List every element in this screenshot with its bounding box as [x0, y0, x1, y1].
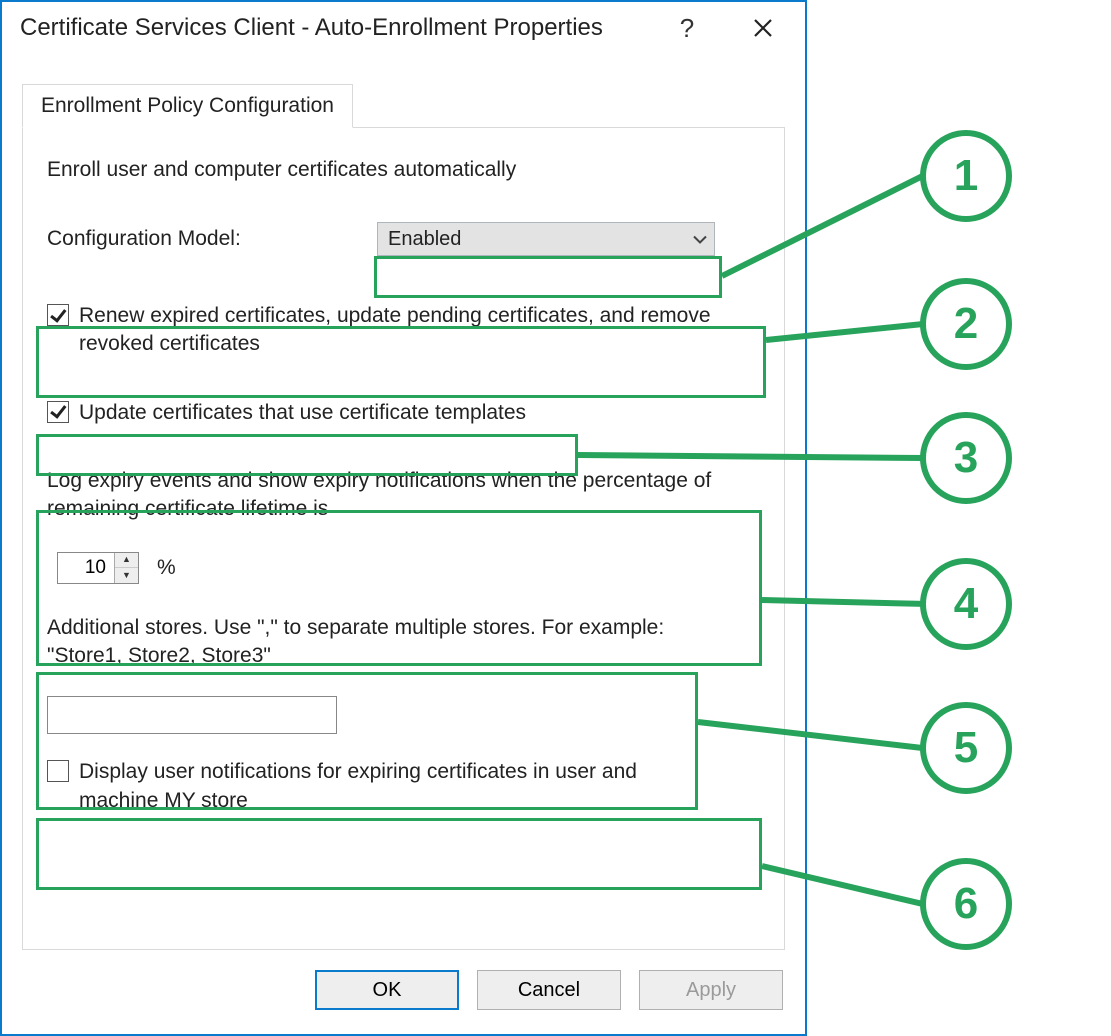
- config-model-row: Configuration Model: Enabled: [47, 222, 760, 256]
- update-templates-checkbox-row: Update certificates that use certificate…: [47, 399, 760, 427]
- update-templates-label[interactable]: Update certificates that use certificate…: [79, 399, 526, 427]
- chevron-down-icon: [693, 228, 707, 251]
- apply-button: Apply: [639, 970, 783, 1010]
- callout-2: 2: [920, 278, 1012, 370]
- callout-4: 4: [920, 558, 1012, 650]
- expiry-block-text: Log expiry events and show expiry notifi…: [47, 467, 727, 524]
- expiry-percent-spinner: ▲ ▼: [57, 552, 139, 584]
- additional-stores-input[interactable]: [47, 696, 337, 734]
- expiry-block: Log expiry events and show expiry notifi…: [47, 467, 760, 584]
- renew-expired-checkbox[interactable]: [47, 304, 69, 326]
- ok-button[interactable]: OK: [315, 970, 459, 1010]
- dialog-window: Certificate Services Client - Auto-Enrol…: [0, 0, 807, 1036]
- display-notifications-checkbox[interactable]: [47, 760, 69, 782]
- spinner-down-button[interactable]: ▼: [115, 568, 138, 583]
- additional-stores-text: Additional stores. Use "," to separate m…: [47, 614, 727, 671]
- close-button[interactable]: [745, 10, 781, 46]
- tab-enrollment-policy[interactable]: Enrollment Policy Configuration: [22, 84, 353, 128]
- display-notifications-label[interactable]: Display user notifications for expiring …: [79, 758, 719, 815]
- title-bar: Certificate Services Client - Auto-Enrol…: [2, 2, 805, 54]
- display-notifications-checkbox-row: Display user notifications for expiring …: [47, 758, 760, 815]
- additional-stores-block: Additional stores. Use "," to separate m…: [47, 614, 760, 735]
- help-button[interactable]: ?: [669, 10, 705, 46]
- tab-body: Enroll user and computer certificates au…: [22, 127, 785, 950]
- expiry-percent-row: ▲ ▼ %: [57, 552, 760, 584]
- update-templates-checkbox[interactable]: [47, 401, 69, 423]
- expiry-percent-input[interactable]: [58, 553, 114, 583]
- callout-3: 3: [920, 412, 1012, 504]
- percent-sign: %: [157, 556, 176, 580]
- close-icon: [753, 18, 773, 38]
- renew-expired-checkbox-row: Renew expired certificates, update pendi…: [47, 302, 760, 359]
- config-model-label: Configuration Model:: [47, 227, 377, 251]
- spinner-buttons: ▲ ▼: [114, 553, 138, 583]
- config-model-select[interactable]: Enabled: [377, 222, 715, 256]
- client-area: Enrollment Policy Configuration Enroll u…: [4, 54, 803, 1032]
- callout-1: 1: [920, 130, 1012, 222]
- cancel-button[interactable]: Cancel: [477, 970, 621, 1010]
- dialog-button-row: OK Cancel Apply: [315, 970, 783, 1010]
- renew-expired-label[interactable]: Renew expired certificates, update pendi…: [79, 302, 719, 359]
- title-bar-buttons: ?: [669, 10, 781, 46]
- window-title: Certificate Services Client - Auto-Enrol…: [20, 14, 669, 42]
- intro-text: Enroll user and computer certificates au…: [47, 158, 760, 182]
- spinner-up-button[interactable]: ▲: [115, 553, 138, 569]
- callout-6: 6: [920, 858, 1012, 950]
- callout-5: 5: [920, 702, 1012, 794]
- config-model-value: Enabled: [377, 222, 715, 256]
